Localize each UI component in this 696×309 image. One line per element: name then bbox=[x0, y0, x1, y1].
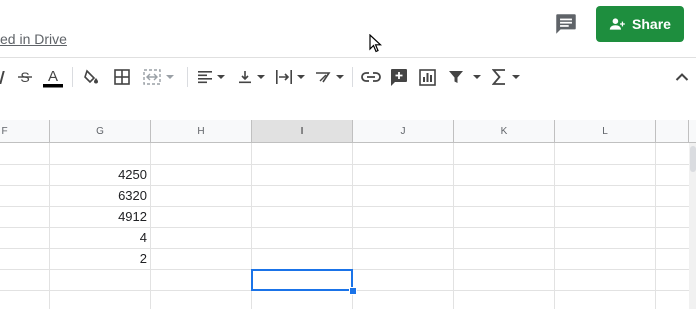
chevron-down-icon bbox=[296, 75, 305, 79]
text-color-icon: A bbox=[43, 68, 63, 88]
cell-g4[interactable]: 6320 bbox=[50, 186, 151, 206]
text-rotation-button[interactable] bbox=[312, 66, 346, 88]
last-saved-link[interactable]: ed in Drive bbox=[0, 31, 67, 47]
text-wrap-icon bbox=[275, 70, 292, 84]
insert-comment-icon bbox=[391, 69, 407, 86]
functions-icon bbox=[491, 69, 505, 85]
horizontal-align-button[interactable] bbox=[195, 66, 227, 88]
column-header-g[interactable]: G bbox=[50, 120, 151, 143]
share-button[interactable]: Share bbox=[596, 6, 684, 42]
column-header-l[interactable]: L bbox=[555, 120, 656, 143]
cell-g5[interactable]: 4912 bbox=[50, 207, 151, 227]
chevron-down-icon bbox=[166, 75, 174, 79]
fill-color-button[interactable] bbox=[80, 66, 104, 88]
column-header-j[interactable]: J bbox=[353, 120, 454, 143]
text-rotation-icon bbox=[315, 72, 330, 83]
vertical-align-button[interactable] bbox=[235, 66, 267, 88]
insert-link-button[interactable] bbox=[360, 66, 382, 88]
chevron-down-icon bbox=[511, 75, 520, 79]
horizontal-align-icon bbox=[197, 71, 212, 84]
person-add-icon bbox=[609, 18, 625, 30]
cell-g6[interactable]: 4 bbox=[50, 228, 151, 248]
strikethrough-icon: S bbox=[18, 69, 32, 85]
chevron-down-icon bbox=[335, 75, 344, 79]
merge-cells-icon bbox=[143, 69, 161, 85]
column-header-i[interactable]: I bbox=[252, 120, 353, 143]
chevron-up-icon bbox=[675, 73, 689, 81]
svg-text:A: A bbox=[48, 68, 58, 85]
collapse-toolbar-button[interactable] bbox=[672, 66, 692, 88]
chevron-down-icon bbox=[473, 75, 481, 79]
cell-g7[interactable]: 2 bbox=[50, 249, 151, 269]
active-cell-selection[interactable] bbox=[251, 269, 353, 291]
insert-chart-icon bbox=[418, 68, 436, 86]
mouse-cursor-icon bbox=[369, 34, 383, 53]
chevron-down-icon bbox=[216, 75, 225, 79]
filter-icon bbox=[449, 71, 463, 83]
scrollbar-corner bbox=[689, 120, 696, 143]
chevron-down-icon bbox=[256, 75, 265, 79]
borders-icon bbox=[114, 69, 130, 85]
merge-cells-button[interactable] bbox=[140, 66, 178, 88]
formula-bar[interactable] bbox=[0, 96, 696, 121]
filter-button[interactable] bbox=[446, 66, 484, 88]
insert-link-icon bbox=[361, 72, 381, 82]
cell-g3[interactable]: 4250 bbox=[50, 165, 151, 185]
strikethrough-button[interactable]: S bbox=[13, 66, 37, 88]
column-header-m[interactable] bbox=[656, 120, 689, 143]
share-label: Share bbox=[632, 16, 671, 32]
column-header-f[interactable]: F bbox=[0, 120, 50, 143]
fill-color-icon bbox=[84, 69, 98, 84]
formatting-toolbar: S A bbox=[0, 57, 696, 97]
fill-handle[interactable] bbox=[349, 287, 357, 295]
functions-button[interactable] bbox=[490, 66, 522, 88]
text-color-button[interactable]: A bbox=[41, 66, 65, 88]
vertical-align-icon bbox=[238, 71, 251, 84]
comment-icon bbox=[556, 14, 576, 34]
italic-button-partial[interactable] bbox=[0, 66, 5, 88]
top-bar bbox=[0, 0, 696, 56]
column-header-h[interactable]: H bbox=[151, 120, 252, 143]
text-wrap-button[interactable] bbox=[273, 66, 307, 88]
comment-history-button[interactable] bbox=[553, 11, 579, 37]
borders-button[interactable] bbox=[110, 66, 134, 88]
column-header-k[interactable]: K bbox=[454, 120, 555, 143]
insert-chart-button[interactable] bbox=[416, 66, 438, 88]
vertical-scrollbar-thumb[interactable] bbox=[690, 146, 696, 172]
insert-comment-button[interactable] bbox=[388, 66, 410, 88]
